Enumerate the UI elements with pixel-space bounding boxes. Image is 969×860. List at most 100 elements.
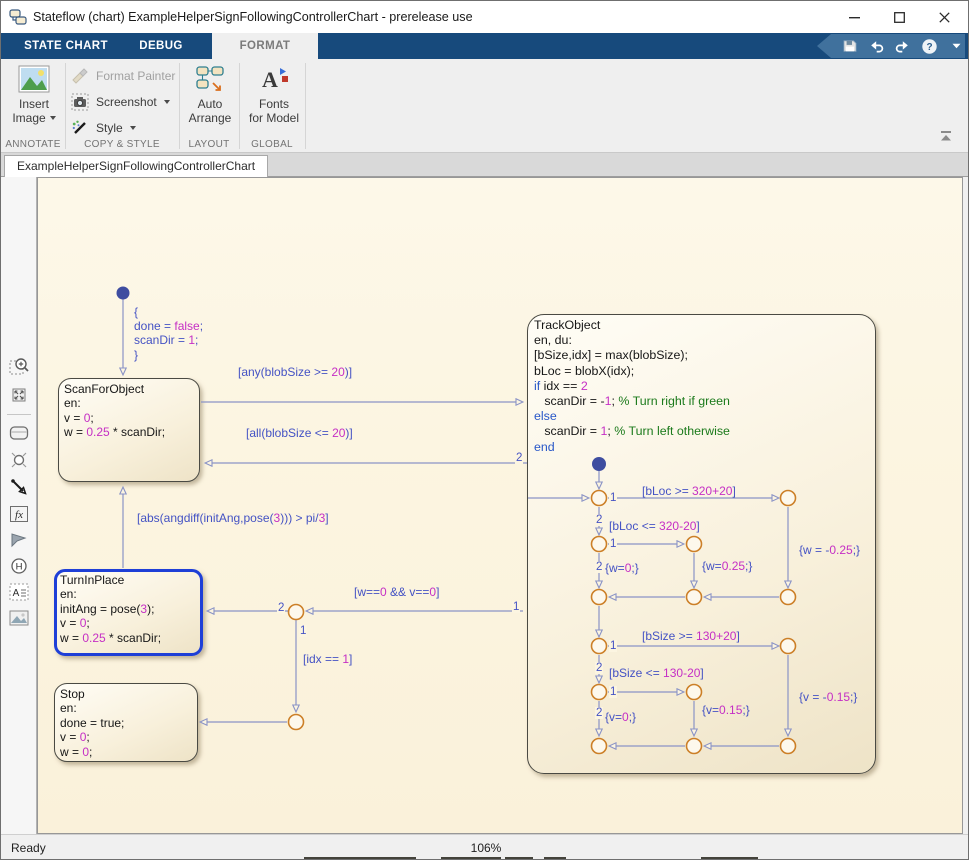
function-icon: fx: [9, 505, 29, 523]
priority-midj-down[interactable]: 1: [299, 625, 307, 637]
style-button[interactable]: Style: [71, 117, 136, 139]
undo-button[interactable]: [868, 37, 886, 55]
auto-arrange-label-2: Arrange: [189, 111, 232, 125]
ribbon: Insert Image ANNOTATE Format Painter Scr…: [1, 59, 968, 153]
palette-state-tool[interactable]: [6, 421, 32, 445]
priority-midj-left[interactable]: 2: [277, 602, 285, 614]
svg-text:A: A: [262, 67, 278, 92]
insert-image-button[interactable]: Insert Image: [5, 65, 63, 125]
group-label-annotate: ANNOTATE: [1, 139, 65, 151]
transition-label-v-neg[interactable]: {v = -0.15;}: [799, 690, 857, 704]
transition-label-init-action[interactable]: {done = false;scanDir = 1;}: [134, 305, 203, 362]
transition-label-any[interactable]: [any(blobSize >= 20)]: [238, 365, 352, 379]
transition-label-v-zero[interactable]: {v=0;}: [605, 710, 636, 724]
priority-j1-right[interactable]: 1: [609, 492, 617, 504]
fonts-for-model-button[interactable]: A Fonts for Model: [244, 65, 304, 125]
palette-function-tool[interactable]: fx: [6, 502, 32, 526]
qat-more-button[interactable]: [947, 37, 965, 55]
state-scanforobject-label: ScanForObjecten:v = 0;w = 0.25 * scanDir…: [59, 379, 199, 440]
tab-state-chart[interactable]: STATE CHART: [11, 33, 121, 59]
palette-annotation-tool[interactable]: A: [6, 580, 32, 604]
insert-image-label-2: Image: [12, 111, 45, 125]
junction-icon: [9, 450, 29, 470]
priority-j8-down[interactable]: 2: [595, 662, 603, 674]
group-label-layout: LAYOUT: [179, 139, 239, 151]
priority-j1-down[interactable]: 2: [595, 514, 603, 526]
minimize-icon: [849, 12, 860, 23]
transition-label-bsize-le[interactable]: [bSize <= 130-20]: [609, 666, 704, 680]
auto-arrange-button[interactable]: Auto Arrange: [183, 65, 237, 125]
dropdown-caret-icon: [130, 126, 136, 130]
transition-label-bsize-ge[interactable]: [bSize >= 130+20]: [642, 629, 740, 643]
close-icon: [939, 12, 950, 23]
priority-all-exit[interactable]: 2: [515, 452, 523, 464]
ribbon-tab-row: STATE CHART DEBUG FORMAT: [1, 33, 968, 59]
help-button[interactable]: ?: [921, 37, 939, 55]
state-turninplace-selected[interactable]: TurnInPlaceen:initAng = pose(3);v = 0;w …: [54, 569, 203, 656]
palette-transition-tool[interactable]: [6, 475, 32, 499]
window-title: Stateflow (chart) ExampleHelperSignFollo…: [33, 1, 473, 33]
screenshot-icon: [71, 93, 89, 111]
fonts-label-1: Fonts: [259, 97, 289, 111]
palette-junction-tool[interactable]: [6, 448, 32, 472]
minimize-button[interactable]: [832, 1, 876, 33]
priority-weq-exit[interactable]: 1: [512, 601, 520, 613]
redo-button[interactable]: [894, 37, 912, 55]
transition-label-weq[interactable]: [w==0 && v==0]: [354, 585, 439, 599]
redo-icon: [894, 38, 911, 54]
transition-label-w-pos[interactable]: {w=0.25;}: [702, 559, 752, 573]
history-junction-icon: H: [9, 556, 29, 576]
transition-label-abs[interactable]: [abs(angdiff(initAng,pose(3))) > pi/3]: [137, 511, 329, 525]
priority-j10-right[interactable]: 1: [609, 686, 617, 698]
collapse-ribbon-button[interactable]: [938, 129, 954, 143]
stateflow-app-icon: [9, 8, 27, 31]
transition-label-idx[interactable]: [idx == 1]: [303, 652, 352, 666]
palette-history-junction-tool[interactable]: H: [6, 554, 32, 578]
format-painter-button[interactable]: Format Painter: [71, 65, 175, 87]
save-button[interactable]: [841, 37, 859, 55]
state-scanforobject[interactable]: ScanForObjecten:v = 0;w = 0.25 * scanDir…: [58, 378, 200, 482]
style-label: Style: [96, 121, 123, 135]
title-bar: Stateflow (chart) ExampleHelperSignFollo…: [1, 1, 968, 33]
undo-icon: [868, 38, 885, 54]
tab-format[interactable]: FORMAT: [212, 33, 318, 59]
save-icon: [842, 38, 858, 54]
simulink-function-icon: [9, 531, 29, 549]
state-icon: [9, 425, 29, 441]
format-painter-label: Format Painter: [96, 69, 175, 83]
palette-fit-to-view-tool[interactable]: [6, 383, 32, 407]
palette-image-tool[interactable]: [6, 606, 32, 630]
transition-label-bloc-le[interactable]: [bLoc <= 320-20]: [609, 519, 700, 533]
style-icon: [71, 119, 89, 137]
transition-label-v-pos[interactable]: {v=0.15;}: [702, 703, 750, 717]
transition-label-bloc-ge[interactable]: [bLoc >= 320+20]: [642, 484, 736, 498]
annotation-icon: A: [9, 583, 29, 601]
quick-access-toolbar: ?: [817, 34, 965, 58]
priority-j10-down[interactable]: 2: [595, 707, 603, 719]
transition-label-w-neg[interactable]: {w = -0.25;}: [799, 543, 860, 557]
transition-label-all[interactable]: [all(blobSize <= 20)]: [246, 426, 353, 440]
transition-icon: [10, 478, 28, 496]
state-trackobject-label: TrackObjecten, du:[bSize,idx] = max(blob…: [528, 315, 875, 455]
priority-j3-right[interactable]: 1: [609, 538, 617, 550]
maximize-button[interactable]: [877, 1, 921, 33]
palette-simulink-function-tool[interactable]: [6, 528, 32, 552]
object-palette: fx H A: [1, 177, 37, 834]
close-button[interactable]: [921, 1, 967, 33]
zoom-region-icon: [9, 356, 29, 376]
auto-arrange-label-1: Auto: [198, 97, 223, 111]
screenshot-button[interactable]: Screenshot: [71, 91, 170, 113]
more-dropdown-icon: [952, 43, 961, 49]
state-stop-label: Stopen:done = true;v = 0;w = 0;: [55, 684, 197, 759]
state-stop[interactable]: Stopen:done = true;v = 0;w = 0;: [54, 683, 198, 762]
priority-j8-right[interactable]: 1: [609, 640, 617, 652]
fit-to-view-icon: [9, 385, 29, 405]
insert-image-label-1: Insert: [19, 97, 49, 111]
image-icon: [9, 610, 29, 626]
palette-zoom-region-tool[interactable]: [6, 354, 32, 378]
document-tab[interactable]: ExampleHelperSignFollowingControllerChar…: [4, 155, 268, 177]
auto-arrange-icon: [195, 65, 225, 93]
priority-j3-down[interactable]: 2: [595, 561, 603, 573]
transition-label-w-zero[interactable]: {w=0;}: [605, 561, 639, 575]
tab-debug[interactable]: DEBUG: [131, 33, 191, 59]
